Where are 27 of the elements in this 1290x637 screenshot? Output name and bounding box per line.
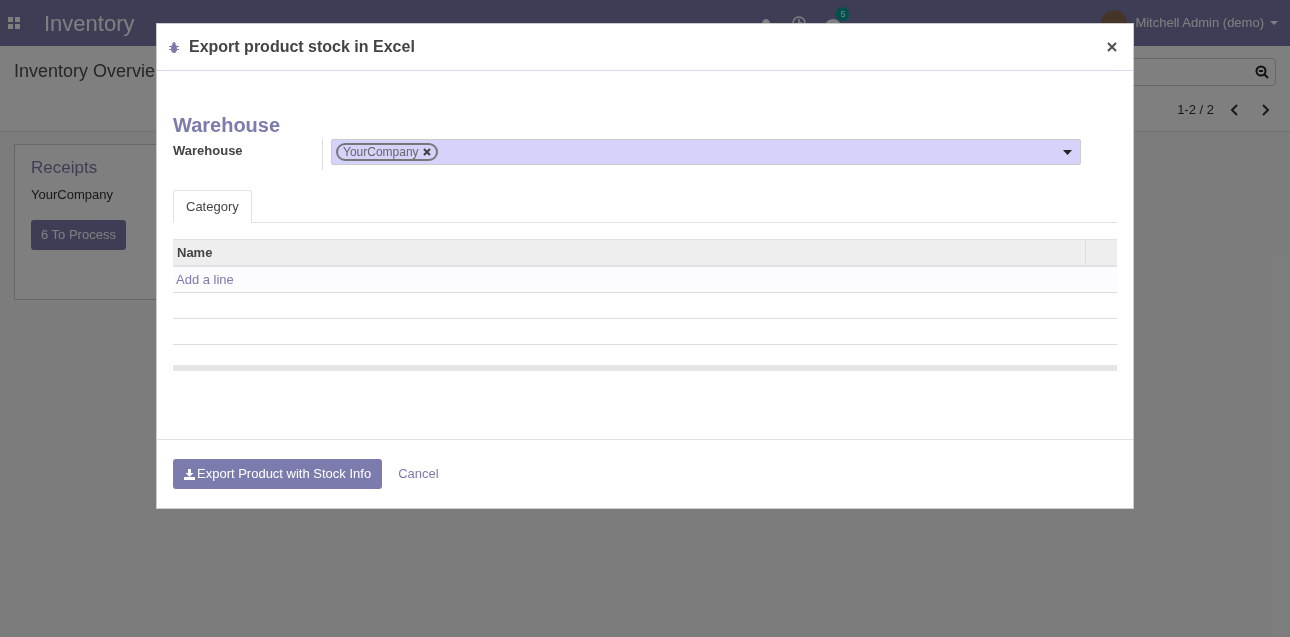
remove-icon[interactable] bbox=[422, 148, 431, 156]
tag-chip: YourCompany bbox=[336, 143, 438, 161]
section-title: Warehouse bbox=[173, 113, 282, 137]
add-line-link[interactable]: Add a line bbox=[176, 269, 234, 290]
tab[interactable]: Category bbox=[173, 190, 252, 223]
dropdown-caret-icon[interactable] bbox=[1063, 149, 1072, 155]
process-button[interactable]: 6 To Process bbox=[31, 220, 126, 250]
dialog-title: Export product stock in Excel bbox=[189, 37, 415, 57]
bug-icon bbox=[169, 41, 179, 53]
warehouse-field[interactable]: YourCompany bbox=[331, 139, 1081, 165]
chevron-right-icon[interactable] bbox=[1260, 103, 1270, 116]
column-header: Name bbox=[173, 240, 1086, 265]
search-icon[interactable] bbox=[1255, 65, 1269, 79]
field-label: Warehouse bbox=[173, 139, 323, 170]
message-badge: 5 bbox=[836, 7, 850, 21]
pager-value: 1-2 / 2 bbox=[1177, 101, 1214, 119]
caret-icon[interactable] bbox=[1270, 21, 1278, 25]
app-name: Inventory bbox=[44, 9, 135, 38]
export-button[interactable]: Export Product with Stock Info bbox=[173, 459, 383, 489]
close-icon[interactable] bbox=[1107, 42, 1117, 52]
download-icon bbox=[184, 468, 195, 480]
breadcrumb: Inventory Overvie bbox=[14, 60, 156, 83]
user-menu[interactable]: Mitchell Admin (demo) bbox=[1131, 13, 1264, 33]
cancel-link[interactable]: Cancel bbox=[398, 464, 439, 484]
apps-icon[interactable] bbox=[8, 17, 20, 29]
chevron-left-icon[interactable] bbox=[1230, 103, 1240, 116]
card-subtitle: YourCompany bbox=[31, 185, 114, 204]
